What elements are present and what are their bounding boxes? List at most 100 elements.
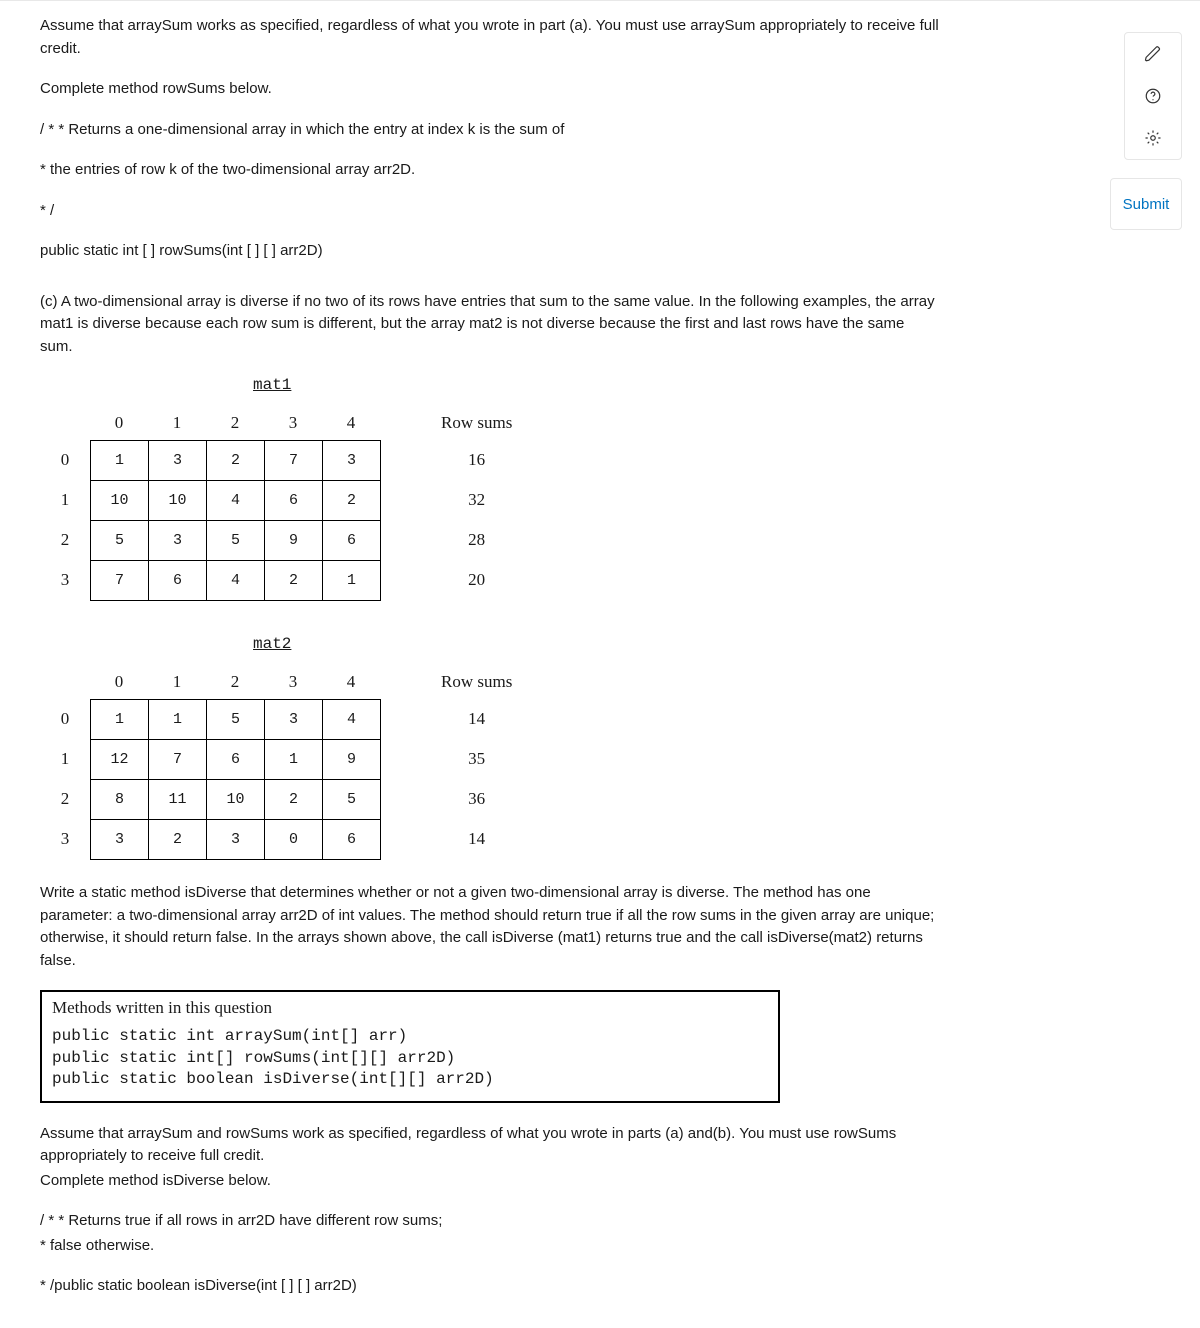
- label-cell: 0: [40, 699, 90, 739]
- submit-button[interactable]: Submit: [1110, 178, 1182, 230]
- intro-p6: public static int [ ] rowSums(int [ ] [ …: [40, 240, 940, 263]
- matrix-cell: 4: [207, 481, 265, 521]
- matrix-cell: 2: [207, 441, 265, 481]
- mat2-sums: 14353614: [441, 699, 512, 859]
- mat1-block: mat1 0123 01234 1327310104625359676421 R…: [40, 376, 940, 601]
- mat2-col-headers: 01234: [90, 665, 381, 699]
- matrix-cell: 4: [323, 700, 381, 740]
- label-cell: 1: [40, 739, 90, 779]
- matrix-cell: 3: [265, 700, 323, 740]
- label-cell: 2: [40, 779, 90, 819]
- intro-p2: Complete method rowSums below.: [40, 78, 940, 101]
- mat1-sums-header: Row sums: [441, 406, 512, 440]
- edit-button[interactable]: [1125, 33, 1181, 75]
- label-cell: 2: [206, 665, 264, 699]
- label-cell: 2: [206, 406, 264, 440]
- mat1-table: 1327310104625359676421: [90, 440, 381, 601]
- matrix-cell: 3: [207, 820, 265, 860]
- matrix-cell: 3: [323, 441, 381, 481]
- label-cell: 0: [90, 406, 148, 440]
- matrix-cell: 5: [323, 780, 381, 820]
- mat2-table: 11534127619811102532306: [90, 699, 381, 860]
- matrix-cell: 6: [149, 561, 207, 601]
- matrix-cell: 6: [323, 820, 381, 860]
- matrix-cell: 3: [149, 441, 207, 481]
- table-row: 1010462: [91, 481, 381, 521]
- table-row: 53596: [91, 521, 381, 561]
- label-cell: 0: [90, 665, 148, 699]
- label-cell: 1: [148, 665, 206, 699]
- methods-box-title: Methods written in this question: [52, 998, 768, 1018]
- matrix-cell: 6: [323, 521, 381, 561]
- mat1-title: mat1: [253, 376, 940, 394]
- matrix-cell: 2: [265, 780, 323, 820]
- matrix-cell: 1: [91, 441, 149, 481]
- question-content: Assume that arraySum works as specified,…: [40, 1, 940, 1298]
- table-row: 13273: [91, 441, 381, 481]
- label-cell: 4: [322, 665, 380, 699]
- closing-p5: * /public static boolean isDiverse(int […: [40, 1275, 940, 1298]
- table-row: 11534: [91, 700, 381, 740]
- matrix-cell: 7: [149, 740, 207, 780]
- mat2-row-labels: 0123: [40, 665, 90, 859]
- matrix-cell: 5: [91, 521, 149, 561]
- matrix-cell: 1: [149, 700, 207, 740]
- matrix-cell: 6: [265, 481, 323, 521]
- matrix-cell: 5: [207, 700, 265, 740]
- matrix-cell: 11: [149, 780, 207, 820]
- table-row: 127619: [91, 740, 381, 780]
- intro-p4: * the entries of row k of the two-dimens…: [40, 159, 940, 182]
- label-cell: 1: [40, 480, 90, 520]
- mat2-title: mat2: [253, 635, 940, 653]
- matrix-cell: 3: [91, 820, 149, 860]
- label-cell: 3: [40, 819, 90, 859]
- label-cell: 3: [40, 560, 90, 600]
- closing-p4: * false otherwise.: [40, 1235, 940, 1258]
- mat1-col-headers: 01234: [90, 406, 381, 440]
- after-p1: Write a static method isDiverse that det…: [40, 882, 940, 972]
- matrix-cell: 0: [265, 820, 323, 860]
- question-circle-icon: [1144, 87, 1162, 105]
- matrix-cell: 7: [91, 561, 149, 601]
- label-cell: 3: [264, 665, 322, 699]
- matrix-cell: 12: [91, 740, 149, 780]
- label-cell: 36: [441, 779, 512, 819]
- matrix-cell: 9: [265, 521, 323, 561]
- settings-button[interactable]: [1125, 117, 1181, 159]
- matrix-cell: 10: [149, 481, 207, 521]
- matrix-cell: 1: [265, 740, 323, 780]
- label-cell: 1: [148, 406, 206, 440]
- matrix-cell: 9: [323, 740, 381, 780]
- pencil-icon: [1144, 45, 1162, 63]
- matrix-cell: 1: [323, 561, 381, 601]
- help-button[interactable]: [1125, 75, 1181, 117]
- mat2-block: mat2 0123 01234 11534127619811102532306 …: [40, 635, 940, 860]
- part-c-desc: (c) A two-dimensional array is diverse i…: [40, 291, 940, 359]
- table-row: 32306: [91, 820, 381, 860]
- matrix-cell: 5: [207, 521, 265, 561]
- label-cell: 20: [441, 560, 512, 600]
- matrix-cell: 6: [207, 740, 265, 780]
- mat1-sums: 16322820: [441, 440, 512, 600]
- closing-p3: / * * Returns true if all rows in arr2D …: [40, 1210, 940, 1233]
- table-row: 8111025: [91, 780, 381, 820]
- mat1-row-labels: 0123: [40, 406, 90, 600]
- label-cell: 3: [264, 406, 322, 440]
- closing-p1: Assume that arraySum and rowSums work as…: [40, 1123, 940, 1168]
- matrix-cell: 3: [149, 521, 207, 561]
- label-cell: 4: [322, 406, 380, 440]
- matrix-cell: 10: [91, 481, 149, 521]
- mat2-sums-header: Row sums: [441, 665, 512, 699]
- label-cell: 16: [441, 440, 512, 480]
- matrix-cell: 7: [265, 441, 323, 481]
- matrix-cell: 1: [91, 700, 149, 740]
- matrix-cell: 2: [265, 561, 323, 601]
- intro-p5: * /: [40, 200, 940, 223]
- matrix-cell: 4: [207, 561, 265, 601]
- intro-p1: Assume that arraySum works as specified,…: [40, 15, 940, 60]
- label-cell: 14: [441, 699, 512, 739]
- intro-p3: / * * Returns a one-dimensional array in…: [40, 119, 940, 142]
- label-cell: 35: [441, 739, 512, 779]
- matrix-cell: 10: [207, 780, 265, 820]
- matrix-cell: 2: [323, 481, 381, 521]
